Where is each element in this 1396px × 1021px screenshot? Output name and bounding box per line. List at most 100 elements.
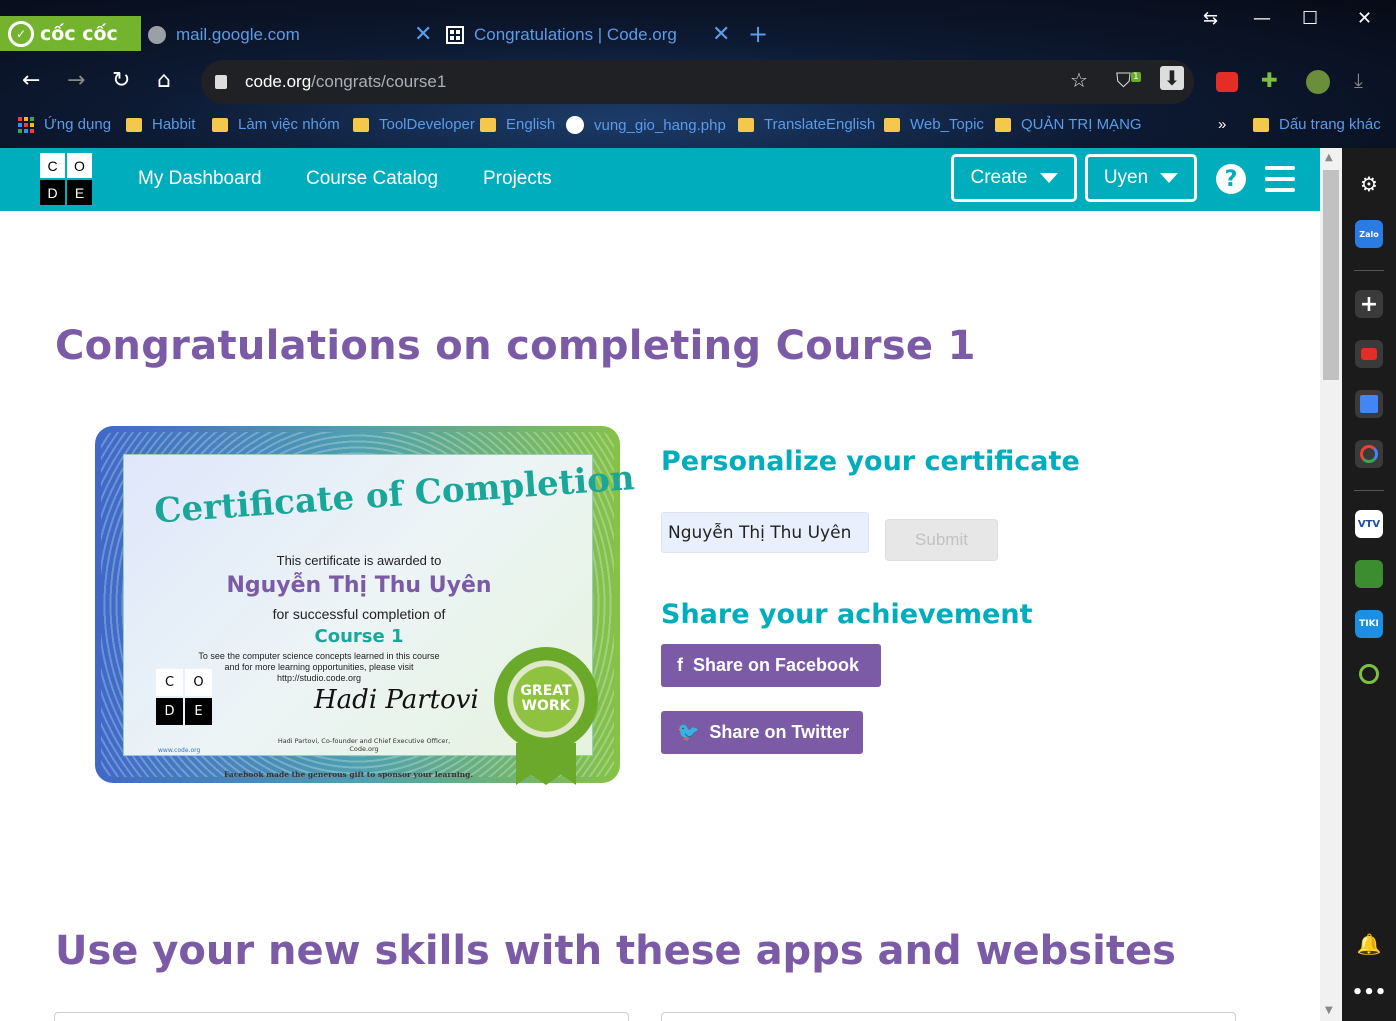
scroll-up-icon[interactable]: ▲ (1325, 152, 1333, 163)
tab-gmail[interactable]: mail.google.com (148, 20, 300, 50)
logo-letter: D (40, 180, 65, 205)
nav-projects[interactable]: Projects (483, 168, 552, 190)
help-glyph: ? (1224, 166, 1238, 192)
scrollbar-thumb[interactable] (1323, 170, 1339, 380)
skills-heading: Use your new skills with these apps and … (55, 928, 1176, 974)
bookmark-label: Habbit (152, 116, 196, 133)
settings-gear-icon[interactable]: ⚙ (1355, 170, 1383, 198)
youtube-extension-icon[interactable] (1216, 72, 1238, 92)
bookmark-folder[interactable]: Web_Topic (884, 116, 984, 133)
tab-title: Congratulations | Code.org (474, 25, 677, 44)
code-org-logo[interactable]: C O D E (40, 153, 92, 205)
youtube-icon[interactable] (1355, 340, 1383, 368)
back-icon[interactable]: ← (22, 68, 40, 93)
coccoc-extension-icon[interactable] (1355, 660, 1383, 688)
bookmark-page[interactable]: vung_gio_hang.php (566, 116, 726, 134)
certificate-title: Certificate of Completion (153, 458, 636, 532)
share-facebook-button[interactable]: f Share on Facebook (661, 644, 881, 687)
address-bar[interactable]: code.org/congrats/course1 (201, 60, 1194, 104)
apps-grid-icon (18, 116, 34, 133)
bookmark-label: QUẢN TRỊ MẠNG (1021, 116, 1142, 133)
bookmark-folder[interactable]: Làm việc nhóm (212, 116, 340, 133)
close-tab-icon[interactable]: ✕ (712, 22, 730, 47)
close-tab-icon[interactable]: ✕ (414, 22, 432, 47)
logo-letter: O (185, 669, 212, 696)
bookmark-folder[interactable]: English (480, 116, 555, 133)
great-work-badge-icon: GREAT WORK (494, 647, 598, 751)
bookmark-star-icon[interactable]: ☆ (1070, 68, 1088, 92)
badge-line: GREAT (520, 683, 572, 699)
tab-code-org[interactable]: Congratulations | Code.org (446, 20, 677, 50)
vtv-go-icon[interactable]: VTV (1355, 510, 1383, 538)
reload-icon[interactable]: ↻ (112, 68, 130, 93)
close-window-icon[interactable]: ✕ (1357, 8, 1372, 29)
folder-icon (212, 117, 228, 132)
bookmark-folder[interactable]: Habbit (126, 116, 195, 133)
home-icon[interactable]: ⌂ (157, 68, 171, 93)
nav-course-catalog[interactable]: Course Catalog (306, 168, 438, 190)
google-icon[interactable] (1355, 440, 1383, 468)
downloads-icon[interactable]: ⤓ (1354, 68, 1363, 92)
google-translate-icon[interactable] (1355, 390, 1383, 418)
bookmark-label: TranslateEnglish (764, 116, 876, 133)
signer-caption: Hadi Partovi, Co-founder and Chief Execu… (277, 737, 451, 753)
logo-letter: E (67, 180, 92, 205)
coccoc-menu-button[interactable]: ✓ cốc cốc (0, 16, 141, 51)
page-scrollbar[interactable]: ▲ ▼ (1320, 148, 1342, 1021)
scroll-down-icon[interactable]: ▼ (1325, 1005, 1333, 1016)
profile-avatar-icon[interactable] (1306, 70, 1330, 94)
certificate-note-2: and for more learning opportunities, ple… (224, 662, 414, 672)
folder-icon (995, 117, 1011, 132)
notification-bell-icon[interactable]: 🔔 (1355, 930, 1383, 958)
add-panel-icon[interactable]: + (1355, 290, 1383, 318)
forward-icon[interactable]: → (67, 68, 85, 93)
sidebar-divider (1354, 270, 1384, 271)
bookmark-apps[interactable]: Ứng dụng (18, 116, 111, 133)
bookmarks-overflow-button[interactable]: » (1218, 116, 1226, 133)
browser-toolbar: ← → ↻ ⌂ code.org/congrats/course1 ☆ ⛉ 1 ⬇… (0, 58, 1396, 106)
browser-sidebar: ⚙ Zalo + VTV TIKI 🔔 ••• (1342, 148, 1396, 1021)
minimize-icon[interactable]: — (1253, 8, 1271, 29)
create-dropdown-button[interactable]: Create (951, 154, 1077, 202)
game-icon[interactable] (1355, 560, 1383, 588)
new-tab-icon[interactable]: + (748, 20, 768, 48)
folder-icon (126, 117, 142, 132)
logo-letter: C (40, 153, 65, 178)
share-twitter-label: Share on Twitter (709, 722, 850, 742)
download-page-icon[interactable]: ⬇ (1160, 66, 1184, 90)
shield-badge: 1 (1131, 72, 1141, 83)
zalo-icon[interactable]: Zalo (1355, 220, 1383, 248)
bookmark-label: Làm việc nhóm (238, 116, 340, 133)
certificate-note-1: To see the computer science concepts lea… (198, 651, 440, 661)
user-dropdown-button[interactable]: Uyen (1085, 154, 1197, 202)
tab-search-icon[interactable]: ⇆ (1203, 8, 1218, 29)
app-card[interactable] (661, 1012, 1236, 1021)
bookmark-folder[interactable]: TranslateEnglish (738, 116, 875, 133)
other-bookmarks[interactable]: Dấu trang khác (1253, 116, 1381, 133)
caret-down-icon (1160, 173, 1179, 183)
shield-icon[interactable]: ⛉ 1 (1116, 68, 1141, 92)
certificate-course: Course 1 (314, 626, 404, 647)
certificate-name-input[interactable] (661, 512, 869, 553)
nav-my-dashboard[interactable]: My Dashboard (138, 168, 262, 190)
folder-icon (884, 117, 900, 132)
share-facebook-label: Share on Facebook (693, 655, 860, 675)
share-twitter-button[interactable]: 🐦 Share on Twitter (661, 711, 863, 754)
submit-button[interactable]: Submit (885, 519, 998, 561)
tiki-icon[interactable]: TIKI (1355, 610, 1383, 638)
certificate-body: Certificate of Completion This certifica… (123, 454, 636, 785)
tab-strip: ✓ cốc cốc mail.google.com ✕ Congratulati… (0, 0, 1396, 54)
page-title: Congratulations on completing Course 1 (55, 323, 976, 369)
folder-icon (480, 117, 496, 132)
url-path: /congrats/course1 (311, 72, 447, 91)
browser-chrome: ✓ cốc cốc mail.google.com ✕ Congratulati… (0, 0, 1396, 148)
extensions-icon[interactable]: ✚ (1261, 68, 1278, 92)
logo-letter: E (185, 698, 212, 725)
help-icon[interactable]: ? (1216, 164, 1246, 194)
more-options-icon[interactable]: ••• (1352, 978, 1387, 1006)
app-card[interactable] (54, 1012, 629, 1021)
maximize-icon[interactable]: ☐ (1302, 8, 1318, 29)
hamburger-menu-icon[interactable] (1265, 166, 1295, 192)
bookmark-folder[interactable]: QUẢN TRỊ MẠNG (995, 116, 1142, 133)
bookmark-folder[interactable]: ToolDeveloper (353, 116, 475, 133)
